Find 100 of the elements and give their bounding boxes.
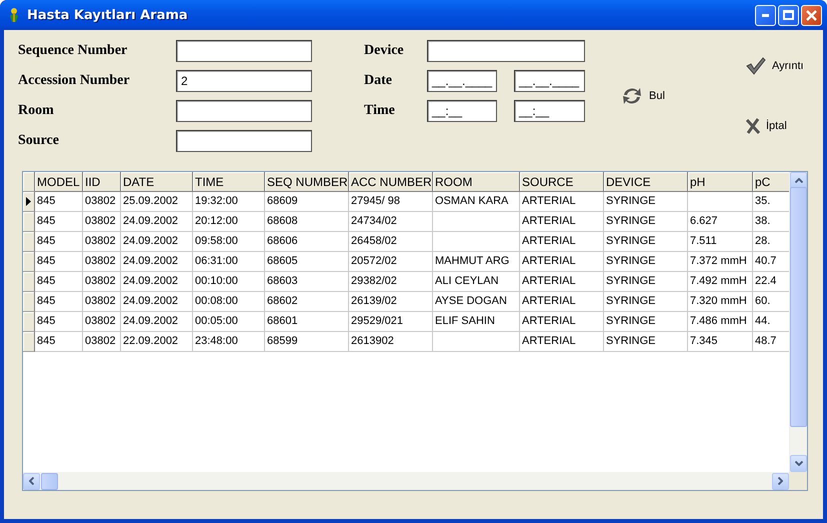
text-field[interactable] <box>176 40 312 62</box>
table-cell: 68608 <box>265 212 349 232</box>
field-label: Device <box>364 43 405 59</box>
table-cell: ELIF SAHIN <box>433 312 520 332</box>
column-header[interactable]: MODEL <box>35 172 83 192</box>
table-cell: 24734/02 <box>349 212 433 232</box>
table-cell: 29529/021 <box>349 312 433 332</box>
table-cell: 68599 <box>265 332 349 352</box>
field-label: Date <box>364 73 393 89</box>
scroll-right-button[interactable] <box>772 472 789 490</box>
table-cell: 68602 <box>265 292 349 312</box>
table-cell: 845 <box>35 292 83 312</box>
table-cell: 00:10:00 <box>193 272 265 292</box>
date-field[interactable]: __.__.____ <box>514 70 585 92</box>
table-cell: 03802 <box>83 292 121 312</box>
caret-up-icon <box>794 178 802 183</box>
scroll-left-button[interactable] <box>23 472 40 490</box>
table-cell: SYRINGE <box>604 252 688 272</box>
table-cell: 09:58:00 <box>193 232 265 252</box>
field-label: Sequence Number <box>18 43 128 59</box>
table-cell: ARTERIAL <box>520 212 604 232</box>
column-header[interactable]: pH <box>688 172 753 192</box>
column-header[interactable]: TIME <box>193 172 265 192</box>
field-label: Accession Number <box>18 73 131 89</box>
table-cell: 845 <box>35 192 83 212</box>
table-cell: SYRINGE <box>604 312 688 332</box>
table-cell: ALI CEYLAN <box>433 272 520 292</box>
scroll-thumb[interactable] <box>41 472 58 490</box>
column-header[interactable]: pC <box>753 172 789 192</box>
column-header[interactable]: DEVICE <box>604 172 688 192</box>
table-cell: 26139/02 <box>349 292 433 312</box>
table-cell: ARTERIAL <box>520 292 604 312</box>
table-cell: 7.345 <box>688 332 753 352</box>
table-cell: 845 <box>35 252 83 272</box>
maximize-button[interactable] <box>778 4 799 26</box>
table-cell: 03802 <box>83 232 121 252</box>
table-cell: ARTERIAL <box>520 272 604 292</box>
column-header[interactable]: DATE <box>121 172 193 192</box>
scroll-up-button[interactable] <box>790 172 807 189</box>
row-pointer-icon <box>26 197 31 206</box>
minimize-button[interactable] <box>755 4 776 26</box>
time-field[interactable]: __:__ <box>514 100 585 122</box>
time-field[interactable]: __:__ <box>427 100 497 122</box>
text-field[interactable] <box>176 130 312 152</box>
text-field[interactable] <box>176 100 312 122</box>
table-cell: 24.09.2002 <box>121 232 193 252</box>
column-header[interactable]: SEQ NUMBER <box>265 172 349 192</box>
table-cell: OSMAN KARA <box>433 192 520 212</box>
details-button[interactable]: Ayrıntı <box>742 55 808 77</box>
column-header[interactable]: IID <box>83 172 121 192</box>
table-cell: 03802 <box>83 272 121 292</box>
column-header[interactable]: ACC NUMBER <box>349 172 433 192</box>
table-cell: 7.511 <box>688 232 753 252</box>
date-field[interactable]: __.__.____ <box>427 70 497 92</box>
table-cell: ARTERIAL <box>520 232 604 252</box>
table-cell: 19:32:00 <box>193 192 265 212</box>
row-header[interactable] <box>23 192 35 212</box>
table-cell: 06:31:00 <box>193 252 265 272</box>
caret-left-icon <box>29 477 34 485</box>
table-cell: 845 <box>35 312 83 332</box>
minimize-icon <box>762 14 769 16</box>
table-cell: 03802 <box>83 332 121 352</box>
table-cell: SYRINGE <box>604 272 688 292</box>
table-cell: AYSE DOGAN <box>433 292 520 312</box>
table-cell <box>688 192 753 212</box>
table-cell: 7.320 mmH <box>688 292 753 312</box>
caret-right-icon <box>778 477 783 485</box>
find-button[interactable]: Bul <box>617 84 669 108</box>
column-header[interactable]: SOURCE <box>520 172 604 192</box>
table-cell: 00:08:00 <box>193 292 265 312</box>
table-cell: 24.09.2002 <box>121 312 193 332</box>
table-cell: 845 <box>35 272 83 292</box>
horizontal-scrollbar[interactable] <box>23 472 789 490</box>
table-cell: 68603 <box>265 272 349 292</box>
scroll-down-button[interactable] <box>790 455 807 472</box>
field-label: Time <box>364 103 396 119</box>
text-field[interactable] <box>427 40 585 62</box>
table-cell: 00:05:00 <box>193 312 265 332</box>
table-cell: 23:48:00 <box>193 332 265 352</box>
cancel-icon <box>746 118 760 134</box>
table-cell: MAHMUT ARG <box>433 252 520 272</box>
table-cell: 68601 <box>265 312 349 332</box>
table-cell: 25.09.2002 <box>121 192 193 212</box>
table-cell: 24.09.2002 <box>121 272 193 292</box>
table-cell: 26458/02 <box>349 232 433 252</box>
vertical-scrollbar[interactable] <box>789 172 807 472</box>
table-cell: SYRINGE <box>604 292 688 312</box>
table-cell: 845 <box>35 232 83 252</box>
close-icon <box>806 10 817 20</box>
field-label: Source <box>18 133 60 149</box>
column-header[interactable]: ROOM <box>433 172 520 192</box>
table-cell: 845 <box>35 332 83 352</box>
text-field[interactable]: 2 <box>176 70 312 92</box>
close-button[interactable] <box>801 4 822 26</box>
table-cell: 2613902 <box>349 332 433 352</box>
scroll-thumb[interactable] <box>790 187 807 427</box>
cancel-button[interactable]: İptal <box>742 116 791 136</box>
table-cell: 03802 <box>83 212 121 232</box>
table-cell: 7.486 mmH <box>688 312 753 332</box>
table-cell: ARTERIAL <box>520 312 604 332</box>
